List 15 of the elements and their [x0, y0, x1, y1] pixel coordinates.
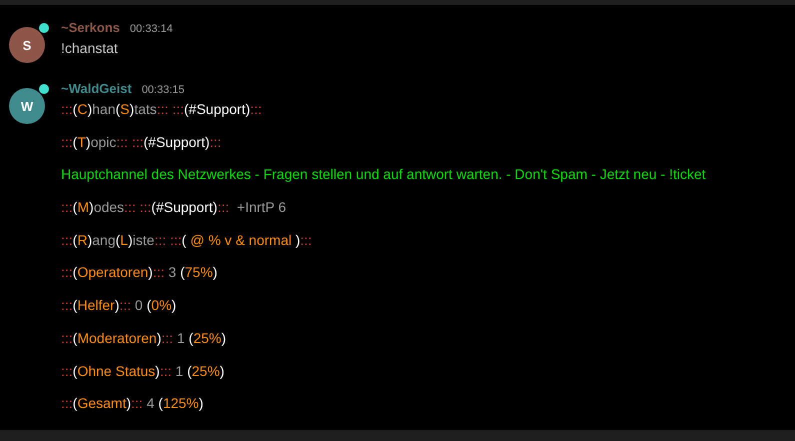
message-text: Hauptchannel des Netzwerkes - Fragen stellen und auf antwort warten. - Don't Spam - Jetzt neu - !ticket: [61, 166, 706, 184]
message-text: :::(R)ang(L)iste::: :::( @ % v & normal ):::: [61, 232, 313, 249]
message-text: :::(Gesamt)::: 4 (125%): [61, 395, 204, 412]
message-text: :::(C)han(S)tats::: :::(#Support):::: [61, 101, 263, 118]
author-name[interactable]: ~Serkons: [61, 20, 120, 35]
message-text: :::(M)odes::: :::(#Support)::: +InrtP 6: [61, 199, 288, 216]
message-text: :::(Ohne Status)::: 1 (25%): [61, 362, 226, 380]
message-text: :::(Moderatoren)::: 1 (25%): [61, 330, 228, 347]
message-text: :::(T)opic::: :::(#Support):::: [61, 134, 222, 151]
timestamp: 00:33:15: [142, 84, 185, 96]
message-text: !chanstat: [61, 40, 119, 57]
timestamp: 00:33:14: [130, 23, 173, 35]
message-text: :::(Helfer)::: 0 (0%): [61, 297, 178, 314]
author-name[interactable]: ~WaldGeist: [61, 81, 132, 96]
message-text: :::(Operatoren)::: 3 (75%): [61, 264, 218, 282]
